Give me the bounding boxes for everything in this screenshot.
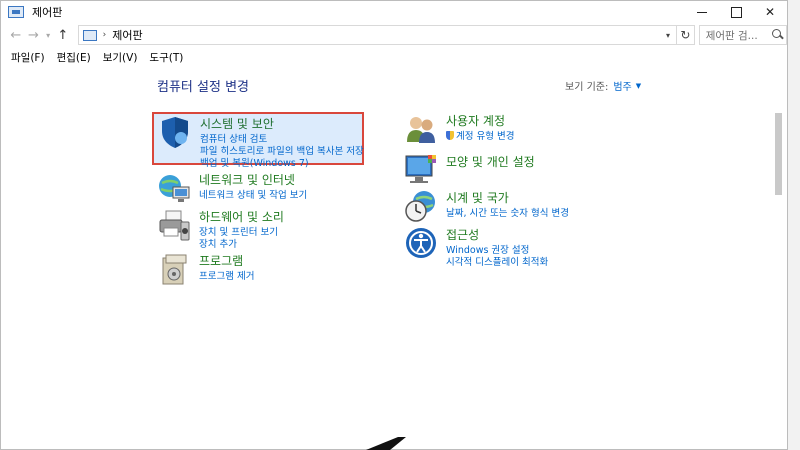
window-title: 제어판: [32, 6, 63, 19]
category-system-security[interactable]: 시스템 및 보안 컴퓨터 상태 검토 파일 히스토리로 파일의 백업 복사본 저…: [152, 112, 364, 169]
category-link[interactable]: 장치 및 프린터 보기: [199, 227, 284, 239]
minimize-button[interactable]: [685, 1, 719, 23]
category-link[interactable]: 컴퓨터 상태 검토: [200, 134, 364, 146]
view-by-select[interactable]: 범주: [613, 78, 631, 93]
category-heading[interactable]: 네트워크 및 인터넷: [199, 171, 307, 188]
category-appearance[interactable]: 모양 및 개인 설정: [404, 153, 535, 187]
chevron-down-icon[interactable]: ▼: [636, 82, 641, 90]
background-window-edge: [788, 0, 800, 450]
search-placeholder: 제어판 검...: [705, 29, 758, 42]
category-link[interactable]: 백업 및 복원(Windows 7): [200, 158, 364, 170]
menu-edit[interactable]: 편집(E): [57, 50, 91, 65]
view-by: 보기 기준: 범주 ▼: [565, 78, 641, 94]
category-link[interactable]: 네트워크 상태 및 작업 보기: [199, 190, 307, 202]
refresh-icon[interactable]: ↻: [677, 25, 695, 45]
address-row: ← → ▾ ↑ › 제어판 ▾ ↻ 제어판 검...: [1, 23, 787, 47]
content-area: 컴퓨터 설정 변경 보기 기준: 범주 ▼ 시스템 및 보안 컴퓨터 상태 검토…: [2, 68, 782, 449]
control-panel-icon: [82, 29, 97, 41]
category-ease-of-access[interactable]: 접근성 Windows 권장 설정 시각적 디스플레이 최적화: [404, 226, 548, 269]
vertical-scrollbar[interactable]: [775, 113, 782, 195]
globe-network-icon: [159, 175, 190, 202]
category-link[interactable]: 프로그램 제거: [199, 271, 254, 283]
category-heading[interactable]: 하드웨어 및 소리: [199, 208, 284, 225]
view-by-label: 보기 기준:: [565, 82, 609, 93]
category-heading[interactable]: 시계 및 국가: [446, 189, 569, 206]
category-link[interactable]: 장치 추가: [199, 239, 284, 251]
address-dropdown-icon[interactable]: ▾: [660, 31, 676, 40]
up-icon[interactable]: ↑: [54, 28, 72, 43]
forward-icon[interactable]: →: [25, 28, 43, 43]
users-icon: [407, 117, 435, 143]
category-link[interactable]: 파일 히스토리로 파일의 백업 복사본 저장: [200, 146, 364, 158]
window-controls: ✕: [685, 1, 787, 23]
menu-view[interactable]: 보기(V): [103, 50, 138, 65]
category-network[interactable]: 네트워크 및 인터넷 네트워크 상태 및 작업 보기: [157, 171, 307, 205]
close-button[interactable]: ✕: [753, 1, 787, 23]
menu-file[interactable]: 파일(F): [11, 50, 45, 65]
control-panel-icon: [8, 6, 24, 18]
accessibility-icon: [406, 228, 436, 258]
category-user-accounts[interactable]: 사용자 계정 계정 유형 변경: [404, 112, 514, 146]
category-heading[interactable]: 시스템 및 보안: [200, 115, 364, 132]
shield-icon: [162, 117, 188, 148]
category-clock-region[interactable]: 시계 및 국가 날짜, 시간 또는 숫자 형식 변경: [404, 189, 569, 223]
search-input[interactable]: 제어판 검...: [698, 25, 787, 45]
category-heading[interactable]: 프로그램: [199, 252, 254, 269]
address-bar[interactable]: › 제어판 ▾: [77, 25, 678, 45]
maximize-button[interactable]: [719, 1, 753, 23]
clock-globe-icon: [405, 191, 435, 222]
menu-tools[interactable]: 도구(T): [149, 50, 183, 65]
category-link[interactable]: 시각적 디스플레이 최적화: [446, 257, 548, 269]
category-link[interactable]: 계정 유형 변경: [446, 131, 514, 143]
page-title: 컴퓨터 설정 변경: [157, 80, 249, 95]
control-panel-window: 제어판 ✕ ← → ▾ ↑ › 제어판 ▾ ↻ 제어판 검... 파일(F) 편…: [0, 0, 788, 450]
menu-bar: 파일(F) 편집(E) 보기(V) 도구(T): [1, 47, 787, 67]
category-heading[interactable]: 접근성: [446, 226, 548, 243]
category-link[interactable]: 날짜, 시간 또는 숫자 형식 변경: [446, 208, 569, 220]
category-heading[interactable]: 모양 및 개인 설정: [446, 153, 535, 170]
printer-icon: [159, 210, 190, 241]
back-icon[interactable]: ←: [7, 28, 25, 43]
category-hardware-sound[interactable]: 하드웨어 및 소리 장치 및 프린터 보기 장치 추가: [157, 208, 284, 251]
category-heading[interactable]: 사용자 계정: [446, 112, 514, 129]
breadcrumb-separator-icon[interactable]: ›: [103, 30, 107, 40]
breadcrumb[interactable]: 제어판: [112, 27, 142, 43]
programs-icon: [162, 254, 187, 285]
title-bar: 제어판 ✕: [1, 1, 787, 23]
search-icon[interactable]: [770, 28, 786, 42]
category-link[interactable]: Windows 권장 설정: [446, 245, 548, 257]
display-palette-icon: [405, 155, 436, 183]
category-programs[interactable]: 프로그램 프로그램 제거: [157, 252, 254, 286]
recent-locations-icon[interactable]: ▾: [42, 31, 54, 40]
